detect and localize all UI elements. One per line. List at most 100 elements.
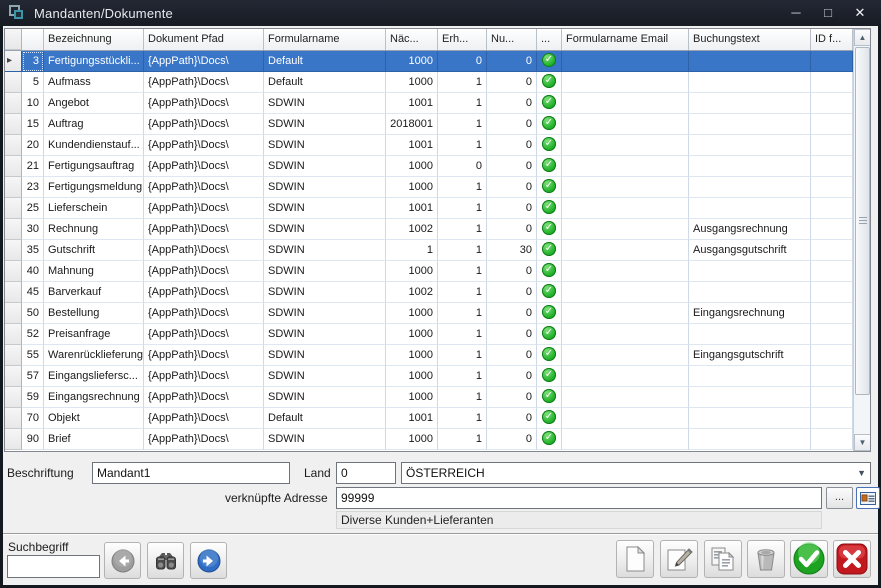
- table-row[interactable]: 21Fertigungsauftrag{AppPath}\Docs\SDWIN1…: [5, 156, 870, 177]
- table-row[interactable]: 59Eingangsrechnung{AppPath}\Docs\SDWIN10…: [5, 387, 870, 408]
- cell-naechste: 1000: [386, 261, 438, 282]
- cell-nu: 0: [487, 324, 537, 345]
- cell-erh: 1: [438, 135, 487, 156]
- cell-formular: SDWIN: [264, 240, 386, 261]
- table-row[interactable]: 30Rechnung{AppPath}\Docs\SDWIN100210✓Aus…: [5, 219, 870, 240]
- cell-id: 40: [22, 261, 44, 282]
- table-row[interactable]: 55Warenrücklieferung{AppPath}\Docs\SDWIN…: [5, 345, 870, 366]
- land-combobox[interactable]: ÖSTERREICH ▼: [401, 462, 871, 484]
- cell-formular: SDWIN: [264, 135, 386, 156]
- cell-buchungstext: [689, 261, 811, 282]
- address-card-icon: [860, 492, 876, 505]
- column-header[interactable]: Formularname Email: [562, 29, 689, 50]
- table-row[interactable]: 5Aufmass{AppPath}\Docs\Default100010✓: [5, 72, 870, 93]
- row-indicator: [5, 156, 22, 177]
- table-row[interactable]: 90Brief{AppPath}\Docs\SDWIN100010✓: [5, 429, 870, 450]
- title-bar: Mandanten/Dokumente ─ □ ✕: [0, 0, 881, 26]
- cell-bezeichnung: Aufmass: [44, 72, 144, 93]
- column-header[interactable]: Bezeichnung: [44, 29, 144, 50]
- column-header[interactable]: Nu...: [487, 29, 537, 50]
- close-icon[interactable]: ✕: [851, 4, 869, 22]
- table-row[interactable]: 10Angebot{AppPath}\Docs\SDWIN100110✓: [5, 93, 870, 114]
- cell-id: 45: [22, 282, 44, 303]
- cell-email: [562, 366, 689, 387]
- table-row[interactable]: 50Bestellung{AppPath}\Docs\SDWIN100010✓E…: [5, 303, 870, 324]
- cell-naechste: 1001: [386, 408, 438, 429]
- check-circle-icon: ✓: [542, 347, 556, 361]
- cell-erh: 0: [438, 156, 487, 177]
- row-indicator: [5, 93, 22, 114]
- row-indicator: [5, 240, 22, 261]
- cell-pfad: {AppPath}\Docs\: [144, 429, 264, 450]
- row-indicator: [5, 198, 22, 219]
- cell-erh: 1: [438, 177, 487, 198]
- delete-button[interactable]: [747, 540, 785, 578]
- column-header[interactable]: Erh...: [438, 29, 487, 50]
- vertical-scrollbar[interactable]: ▲ ▼: [853, 29, 870, 451]
- table-row[interactable]: 45Barverkauf{AppPath}\Docs\SDWIN100210✓: [5, 282, 870, 303]
- suchbegriff-input[interactable]: [7, 555, 100, 578]
- column-header-blank: [22, 29, 44, 50]
- table-row[interactable]: 35Gutschrift{AppPath}\Docs\SDWIN1130✓Aus…: [5, 240, 870, 261]
- cell-pfad: {AppPath}\Docs\: [144, 114, 264, 135]
- cell-nu: 30: [487, 240, 537, 261]
- table-row[interactable]: 40Mahnung{AppPath}\Docs\SDWIN100010✓: [5, 261, 870, 282]
- column-header[interactable]: Formularname: [264, 29, 386, 50]
- table-row[interactable]: 52Preisanfrage{AppPath}\Docs\SDWIN100010…: [5, 324, 870, 345]
- column-header[interactable]: ID f...: [811, 29, 853, 50]
- maximize-icon[interactable]: □: [819, 4, 837, 22]
- scrollbar-down-icon[interactable]: ▼: [854, 434, 871, 451]
- dropdown-arrow-icon: ▼: [857, 468, 866, 478]
- table-row[interactable]: ▸3Fertigungsstückli...{AppPath}\Docs\Def…: [5, 51, 870, 72]
- table-row[interactable]: 57Eingangsliefersc...{AppPath}\Docs\SDWI…: [5, 366, 870, 387]
- cell-formular: SDWIN: [264, 366, 386, 387]
- prev-record-button[interactable]: [104, 542, 141, 579]
- cell-buchungstext: [689, 198, 811, 219]
- search-button[interactable]: [147, 542, 184, 579]
- adresse-browse-button[interactable]: ...: [826, 487, 853, 509]
- table-row[interactable]: 20Kundendienstauf...{AppPath}\Docs\SDWIN…: [5, 135, 870, 156]
- table-row[interactable]: 25Lieferschein{AppPath}\Docs\SDWIN100110…: [5, 198, 870, 219]
- cell-email: [562, 303, 689, 324]
- check-circle-icon: ✓: [542, 200, 556, 214]
- window-icon: [8, 4, 26, 22]
- ok-button[interactable]: [790, 540, 828, 578]
- row-indicator: [5, 135, 22, 156]
- cell-email: [562, 135, 689, 156]
- next-record-button[interactable]: [190, 542, 227, 579]
- scrollbar-thumb[interactable]: [855, 47, 870, 395]
- cell-formular: SDWIN: [264, 345, 386, 366]
- beschriftung-input[interactable]: [92, 462, 290, 484]
- cell-id: 5: [22, 72, 44, 93]
- arrow-left-icon: [110, 548, 136, 574]
- column-header[interactable]: ...: [537, 29, 562, 50]
- land-code-input[interactable]: [336, 462, 396, 484]
- row-indicator: [5, 408, 22, 429]
- cell-aktiv: ✓: [537, 429, 562, 450]
- cell-aktiv: ✓: [537, 366, 562, 387]
- cell-formular: SDWIN: [264, 261, 386, 282]
- cancel-button[interactable]: [833, 540, 871, 578]
- cell-bezeichnung: Preisanfrage: [44, 324, 144, 345]
- table-row[interactable]: 70Objekt{AppPath}\Docs\Default100110✓: [5, 408, 870, 429]
- column-header[interactable]: Dokument Pfad: [144, 29, 264, 50]
- address-book-button[interactable]: [856, 487, 880, 509]
- copy-button[interactable]: [704, 540, 742, 578]
- scrollbar-up-icon[interactable]: ▲: [854, 29, 871, 46]
- edit-button[interactable]: [660, 540, 698, 578]
- table-row[interactable]: 15Auftrag{AppPath}\Docs\SDWIN201800110✓: [5, 114, 870, 135]
- adresse-input[interactable]: [336, 487, 822, 509]
- cell-idf: [811, 345, 853, 366]
- cell-pfad: {AppPath}\Docs\: [144, 93, 264, 114]
- cell-naechste: 1000: [386, 156, 438, 177]
- cell-bezeichnung: Auftrag: [44, 114, 144, 135]
- copy-icon: [709, 545, 737, 573]
- column-header[interactable]: Buchungstext: [689, 29, 811, 50]
- column-header[interactable]: Näc...: [386, 29, 438, 50]
- new-button[interactable]: [616, 540, 654, 578]
- check-circle-icon: ✓: [542, 74, 556, 88]
- cell-idf: [811, 366, 853, 387]
- cell-idf: [811, 135, 853, 156]
- minimize-icon[interactable]: ─: [787, 4, 805, 22]
- table-row[interactable]: 23Fertigungsmeldung{AppPath}\Docs\SDWIN1…: [5, 177, 870, 198]
